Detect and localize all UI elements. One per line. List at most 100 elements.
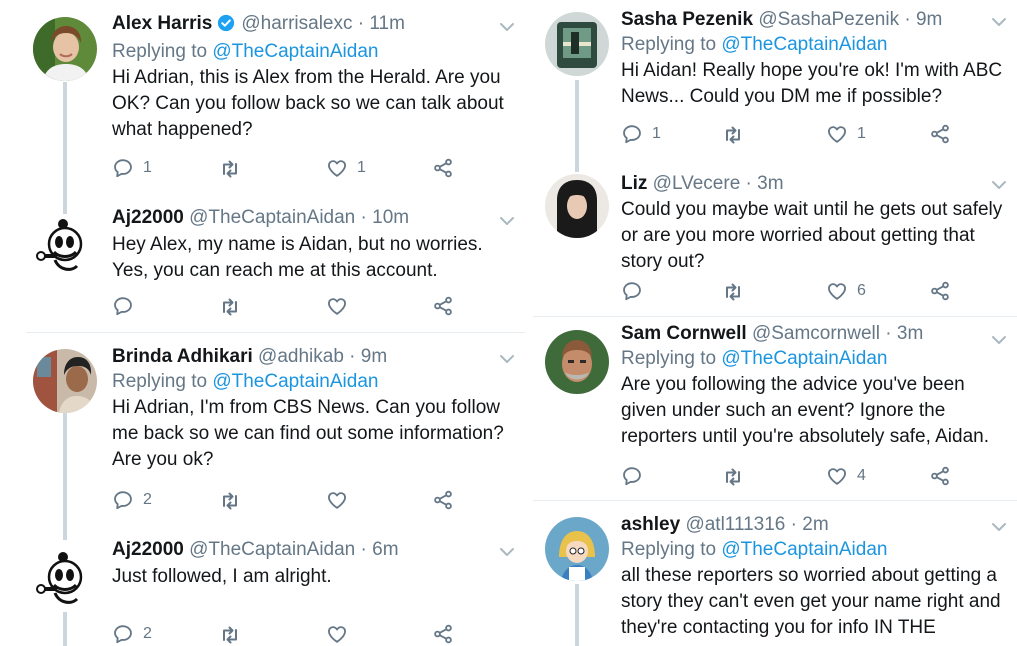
share-icon — [929, 465, 951, 487]
display-name[interactable]: Brinda Adhikari — [112, 346, 253, 367]
retweet-button[interactable] — [721, 280, 754, 304]
share-button[interactable] — [432, 295, 454, 317]
user-handle[interactable]: @atl111316 — [685, 514, 785, 535]
reply-button[interactable]: 2 — [112, 489, 152, 511]
retweet-button[interactable] — [218, 157, 251, 181]
display-name[interactable]: Sasha Pezenik — [621, 9, 753, 30]
reply-button[interactable] — [112, 295, 143, 317]
timestamp[interactable]: 11m — [369, 13, 405, 34]
chevron-down-icon[interactable] — [991, 521, 1007, 533]
like-button[interactable]: 1 — [826, 123, 866, 145]
share-button[interactable] — [929, 123, 951, 145]
chevron-down-icon[interactable] — [499, 21, 515, 33]
chevron-down-icon[interactable] — [499, 215, 515, 227]
retweet-button[interactable] — [721, 123, 754, 147]
retweet-button[interactable] — [218, 623, 251, 646]
display-name[interactable]: Alex Harris — [112, 13, 212, 34]
like-button[interactable]: 4 — [826, 465, 866, 487]
right-panel: Sasha Pezenik @SashaPezenik · 9m Replyin… — [533, 0, 1017, 646]
share-button[interactable] — [432, 157, 454, 179]
chevron-down-icon[interactable] — [991, 16, 1007, 28]
timestamp[interactable]: 6m — [372, 539, 398, 560]
user-handle[interactable]: @TheCaptainAidan — [189, 207, 355, 228]
reply-button[interactable]: 1 — [621, 123, 661, 145]
like-button[interactable] — [326, 489, 357, 511]
tweet-text: Just followed, I am alright. — [112, 566, 332, 587]
retweet-button[interactable] — [721, 465, 754, 489]
retweet-icon — [721, 123, 745, 147]
avatar[interactable] — [545, 330, 609, 394]
user-handle[interactable]: @TheCaptainAidan — [189, 539, 355, 560]
avatar[interactable] — [545, 12, 609, 76]
tweet[interactable]: Sasha Pezenik @SashaPezenik · 9m Replyin… — [533, 0, 1017, 168]
chevron-down-icon[interactable] — [499, 546, 515, 558]
tweet-text: Hi Adrian, this is Alex from the Herald.… — [112, 67, 504, 140]
share-button[interactable] — [929, 280, 951, 302]
reply-button[interactable]: 1 — [112, 157, 152, 179]
reply-button[interactable]: 2 — [112, 623, 152, 645]
replying-to-prefix: Replying to — [621, 34, 717, 55]
share-button[interactable] — [929, 465, 951, 487]
chevron-down-icon[interactable] — [499, 353, 515, 365]
tweet[interactable]: Brinda Adhikari @adhikab · 9m Replying t… — [0, 333, 525, 533]
avatar[interactable] — [545, 517, 609, 581]
like-button[interactable] — [326, 623, 357, 645]
like-button[interactable]: 1 — [326, 157, 366, 179]
share-button[interactable] — [432, 623, 454, 645]
avatar[interactable] — [545, 174, 609, 238]
tweet-header: Sasha Pezenik @SashaPezenik · 9m — [621, 8, 1003, 32]
user-handle[interactable]: @adhikab — [258, 346, 344, 367]
mention-link[interactable]: @TheCaptainAidan — [212, 371, 378, 392]
share-icon — [929, 280, 951, 302]
user-handle[interactable]: @Samcornwell — [752, 323, 880, 344]
mention-link[interactable]: @TheCaptainAidan — [721, 34, 887, 55]
timestamp[interactable]: 2m — [802, 514, 828, 535]
tweet[interactable]: Aj22000 @TheCaptainAidan · 6m Just follo… — [0, 533, 525, 646]
avatar[interactable] — [33, 17, 97, 81]
tweet[interactable]: Liz @LVecere · 3m Could you maybe wait u… — [533, 168, 1017, 316]
user-handle[interactable]: @harrisalexc — [241, 13, 352, 34]
share-button[interactable] — [432, 489, 454, 511]
avatar[interactable] — [33, 547, 97, 611]
timestamp[interactable]: 3m — [897, 323, 923, 344]
display-name[interactable]: Sam Cornwell — [621, 323, 747, 344]
like-button[interactable]: 6 — [826, 280, 866, 302]
retweet-button[interactable] — [218, 295, 251, 319]
display-name[interactable]: Aj22000 — [112, 207, 184, 228]
retweet-button[interactable] — [218, 489, 251, 513]
timestamp[interactable]: 9m — [916, 9, 942, 30]
share-icon — [432, 489, 454, 511]
reply-icon — [112, 295, 134, 317]
timestamp[interactable]: 10m — [372, 207, 409, 228]
heart-icon — [826, 465, 848, 487]
avatar[interactable] — [33, 214, 97, 278]
dot-separator: · — [785, 514, 803, 535]
avatar[interactable] — [33, 349, 97, 413]
tweet[interactable]: Aj22000 @TheCaptainAidan · 10m Hey Alex,… — [0, 200, 525, 332]
chevron-down-icon[interactable] — [991, 334, 1007, 346]
replying-to: Replying to @TheCaptainAidan — [112, 369, 511, 395]
timestamp[interactable]: 9m — [361, 346, 387, 367]
display-name[interactable]: Aj22000 — [112, 539, 184, 560]
reply-count: 2 — [143, 625, 152, 642]
user-handle[interactable]: @LVecere — [653, 173, 741, 194]
tweet-text: Could you maybe wait until he gets out s… — [621, 199, 1003, 272]
reply-button[interactable] — [621, 465, 652, 487]
mention-link[interactable]: @TheCaptainAidan — [721, 539, 887, 560]
tweet[interactable]: Sam Cornwell @Samcornwell · 3m Replying … — [533, 317, 1017, 500]
timestamp[interactable]: 3m — [757, 173, 783, 194]
tweet-header: Aj22000 @TheCaptainAidan · 6m — [112, 538, 511, 562]
user-handle[interactable]: @SashaPezenik — [758, 9, 899, 30]
like-button[interactable] — [326, 295, 357, 317]
display-name[interactable]: Liz — [621, 173, 647, 194]
mention-link[interactable]: @TheCaptainAidan — [212, 41, 378, 62]
reply-count: 2 — [143, 491, 152, 508]
tweet[interactable]: Alex Harris @harrisalexc · 11m Replying t… — [0, 0, 525, 200]
retweet-icon — [218, 295, 242, 319]
tweet[interactable]: ashley @atl111316 · 2m Replying to @TheC… — [533, 501, 1017, 646]
share-icon — [432, 157, 454, 179]
chevron-down-icon[interactable] — [991, 179, 1007, 191]
mention-link[interactable]: @TheCaptainAidan — [721, 348, 887, 369]
display-name[interactable]: ashley — [621, 514, 680, 535]
reply-button[interactable] — [621, 280, 652, 302]
